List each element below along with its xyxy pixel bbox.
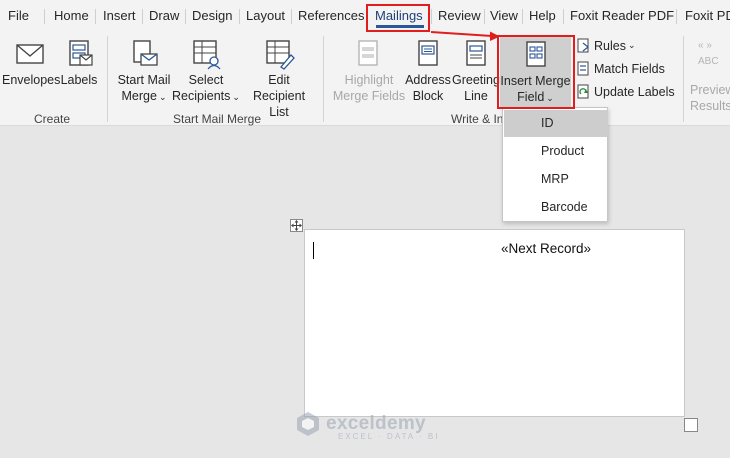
start-mail-merge-button[interactable]: Start Mail Merge ⌄	[113, 38, 175, 105]
document-canvas: «Next Record»	[0, 127, 730, 458]
merge-field-dropdown: ID Product MRP Barcode	[502, 107, 608, 222]
dropdown-item-product[interactable]: Product	[504, 138, 608, 165]
dropdown-item-id[interactable]: ID	[504, 110, 608, 137]
start-mail-merge-label-line2: Merge	[121, 89, 157, 103]
greeting-line-label-line2: Line	[464, 89, 488, 103]
tab-design[interactable]: Design	[192, 8, 232, 23]
mailings-ribbon: Envelopes Labels Create Start Mail Merge…	[0, 32, 730, 126]
start-mail-merge-label-line1: Start Mail	[117, 73, 171, 87]
envelopes-label: Envelopes	[2, 73, 61, 87]
group-separator	[323, 36, 324, 122]
update-labels-icon	[577, 84, 589, 99]
preview-arrows-icon: « »	[698, 40, 712, 51]
red-arrow-icon	[430, 31, 500, 41]
tab-review[interactable]: Review	[438, 8, 481, 23]
preview-results-button: « » ABC Preview Results	[690, 38, 730, 114]
select-recipients-label-line2: Recipients	[172, 89, 231, 103]
rules-icon	[577, 38, 589, 53]
tab-divider	[484, 9, 485, 24]
group-label-write-insert: Write & In	[451, 112, 504, 126]
tab-divider	[431, 9, 432, 24]
tab-insert[interactable]: Insert	[103, 8, 136, 23]
highlight-merge-fields-label-line2: Merge Fields	[332, 89, 406, 103]
tab-layout[interactable]: Layout	[246, 8, 285, 23]
address-block-label-line2: Block	[412, 89, 444, 103]
labels-label: Labels	[60, 73, 98, 87]
tab-divider	[185, 9, 186, 24]
dropdown-item-barcode[interactable]: Barcode	[504, 194, 608, 221]
tab-references[interactable]: References	[298, 8, 364, 23]
greeting-line-label-line1: Greeting	[452, 73, 500, 87]
tab-divider	[239, 9, 240, 24]
rules-button[interactable]: Rules ⌄	[577, 38, 636, 53]
envelopes-button[interactable]: Envelopes	[2, 38, 61, 88]
group-label-create: Create	[34, 112, 71, 126]
edit-recipient-list-button[interactable]: Edit Recipient List	[242, 38, 316, 120]
preview-results-label-line2: Results	[690, 99, 730, 113]
match-fields-icon	[577, 61, 589, 76]
group-label-start-mail-merge: Start Mail Merge	[173, 112, 262, 126]
tab-help[interactable]: Help	[529, 8, 556, 23]
select-recipients-icon	[193, 40, 221, 70]
tab-divider	[563, 9, 564, 24]
tab-file[interactable]: File	[8, 8, 29, 23]
match-fields-label: Match Fields	[594, 61, 665, 76]
highlight-fields-icon	[358, 40, 378, 66]
table-move-handle[interactable]	[290, 219, 303, 232]
highlight-box-mailings-tab	[366, 4, 430, 32]
text-cursor	[313, 242, 314, 259]
highlight-merge-fields-label-line1: Highlight	[344, 73, 394, 87]
envelope-icon	[16, 44, 44, 64]
move-icon	[291, 220, 302, 231]
ribbon-tab-bar: File Home Insert Draw Design Layout Refe…	[0, 0, 730, 32]
group-separator	[683, 36, 684, 122]
tab-view[interactable]: View	[490, 8, 518, 23]
preview-results-label-line1: Preview	[690, 83, 730, 97]
chevron-down-icon: ⌄	[627, 40, 636, 50]
tab-divider	[522, 9, 523, 24]
select-recipients-button[interactable]: Select Recipients ⌄	[171, 38, 241, 105]
exceldemy-watermark: exceldemy EXCEL · DATA · BI	[294, 410, 437, 441]
chevron-down-icon: ⌄	[232, 92, 240, 102]
tab-foxit-reader-pdf[interactable]: Foxit Reader PDF	[570, 8, 674, 23]
start-mail-merge-icon	[133, 40, 158, 66]
chevron-down-icon: ⌄	[158, 92, 167, 102]
document-page[interactable]: «Next Record»	[304, 229, 685, 417]
watermark-tagline: EXCEL · DATA · BI	[338, 432, 440, 441]
highlight-merge-fields-button: Highlight Merge Fields	[331, 38, 407, 104]
exceldemy-logo-icon	[297, 412, 319, 436]
update-labels-label: Update Labels	[594, 84, 675, 99]
preview-abc-label: ABC	[698, 56, 719, 67]
address-block-button[interactable]: Address Block	[403, 38, 453, 104]
tab-divider	[44, 9, 45, 24]
dropdown-item-mrp[interactable]: MRP	[504, 166, 608, 193]
table-resize-handle[interactable]	[684, 418, 698, 432]
greeting-line-button[interactable]: Greeting Line	[451, 38, 501, 104]
labels-button[interactable]: Labels	[60, 38, 98, 88]
rules-label: Rules	[594, 38, 626, 53]
group-separator	[107, 36, 108, 122]
highlight-box-insert-merge-field	[497, 35, 575, 109]
tab-draw[interactable]: Draw	[149, 8, 179, 23]
edit-list-icon	[266, 40, 295, 70]
tab-divider	[291, 9, 292, 24]
tab-divider	[142, 9, 143, 24]
match-fields-button[interactable]: Match Fields	[577, 61, 665, 76]
tab-divider	[676, 9, 677, 24]
tab-home[interactable]: Home	[54, 8, 89, 23]
edit-recipient-list-label-line1: Edit	[268, 73, 290, 87]
address-block-label-line1: Address	[405, 73, 451, 87]
tab-divider	[95, 9, 96, 24]
tab-foxit-pdf[interactable]: Foxit PD	[685, 8, 730, 23]
select-recipients-label-line1: Select	[188, 73, 224, 87]
labels-icon	[69, 40, 93, 66]
next-record-field[interactable]: «Next Record»	[501, 241, 591, 256]
update-labels-button[interactable]: Update Labels	[577, 84, 675, 99]
